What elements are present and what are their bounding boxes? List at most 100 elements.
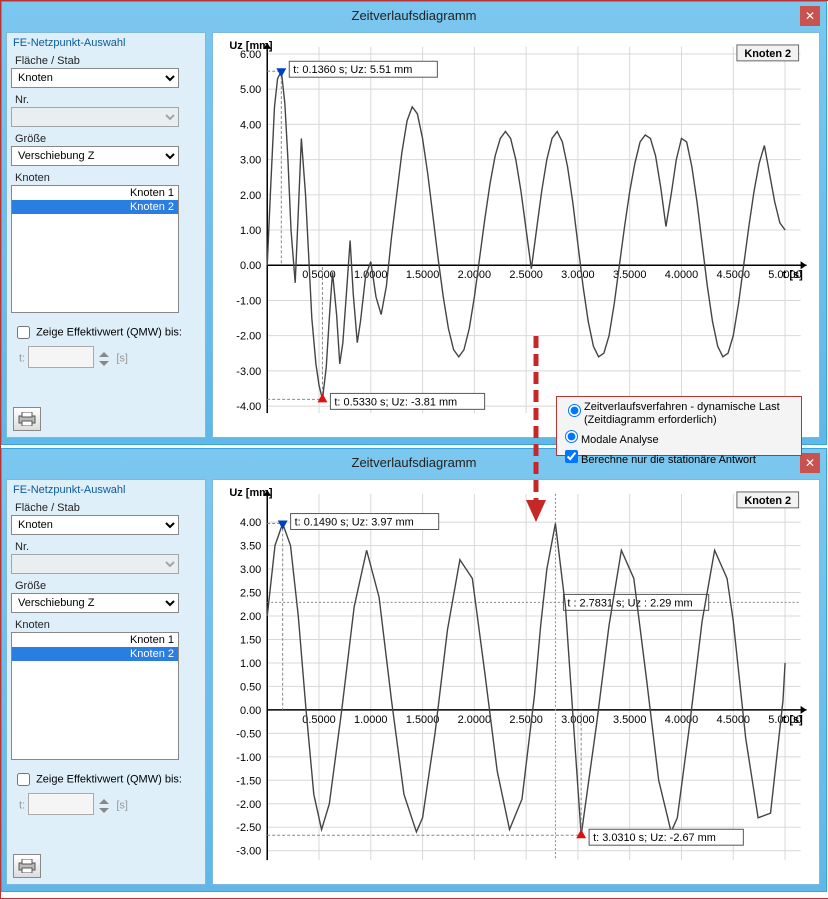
svg-text:2.00: 2.00: [240, 611, 261, 623]
label-steady-only: Berechne nur die stationäre Antwort: [581, 454, 756, 466]
close-icon[interactable]: ✕: [800, 453, 820, 473]
checkbox-show-rms[interactable]: [17, 773, 30, 786]
svg-text:0.50: 0.50: [240, 681, 261, 693]
select-surface[interactable]: Knoten: [11, 515, 179, 535]
svg-text:3.50: 3.50: [240, 541, 261, 553]
label-nodes: Knoten: [15, 619, 201, 631]
select-nr: [11, 107, 179, 127]
input-eff-time: [28, 346, 94, 368]
svg-text:-2.50: -2.50: [236, 822, 261, 834]
svg-text:4.00: 4.00: [240, 119, 261, 131]
select-nr: [11, 554, 179, 574]
radio-modal[interactable]: [565, 430, 578, 443]
select-surface[interactable]: Knoten: [11, 68, 179, 88]
svg-text:-1.50: -1.50: [236, 775, 261, 787]
svg-text:-2.00: -2.00: [236, 331, 261, 343]
svg-text:3.00: 3.00: [240, 155, 261, 167]
svg-text:3.0000: 3.0000: [561, 714, 594, 726]
list-item[interactable]: Knoten 1: [12, 633, 178, 647]
list-item[interactable]: Knoten 2: [12, 200, 178, 214]
svg-text:1.50: 1.50: [240, 634, 261, 646]
svg-text:4.5000: 4.5000: [717, 714, 750, 726]
svg-text:-1.00: -1.00: [236, 752, 261, 764]
svg-text:0.00: 0.00: [240, 705, 261, 717]
label-surface: Fläche / Stab: [15, 55, 201, 67]
svg-text:2.5000: 2.5000: [509, 714, 542, 726]
label-nr: Nr.: [15, 94, 201, 106]
close-icon[interactable]: ✕: [800, 6, 820, 26]
label-quantity: Größe: [15, 133, 201, 145]
label-surface: Fläche / Stab: [15, 502, 201, 514]
window-time-history-2: Zeitverlaufsdiagramm ✕ FE-Netzpunkt-Ausw…: [1, 448, 827, 892]
svg-text:5.00: 5.00: [240, 84, 261, 96]
sidebar-panel: FE-Netzpunkt-Auswahl Fläche / Stab Knote…: [6, 479, 206, 885]
print-button[interactable]: [13, 407, 41, 431]
svg-text:t [s]: t [s]: [783, 714, 803, 726]
input-eff-time: [28, 793, 94, 815]
svg-text:t : 2.7831 s; Uz : 2.29 mm: t : 2.7831 s; Uz : 2.29 mm: [567, 597, 692, 609]
chart: 0.50001.00001.50002.00002.50003.00003.50…: [213, 33, 819, 437]
label-modal: Modale Analyse: [581, 434, 659, 446]
svg-text:1.0000: 1.0000: [354, 714, 387, 726]
print-button[interactable]: [13, 854, 41, 878]
svg-text:-1.00: -1.00: [236, 295, 261, 307]
svg-text:1.00: 1.00: [240, 658, 261, 670]
svg-text:t [s]: t [s]: [783, 269, 803, 281]
label-nodes: Knoten: [15, 172, 201, 184]
window-time-history-1: Zeitverlaufsdiagramm ✕ FE-Netzpunkt-Ausw…: [1, 1, 827, 445]
plot-area-1[interactable]: 0.50001.00001.50002.00002.50003.00003.50…: [212, 32, 820, 438]
svg-text:1.5000: 1.5000: [406, 714, 439, 726]
label-nr: Nr.: [15, 541, 201, 553]
select-quantity[interactable]: Verschiebung Z: [11, 146, 179, 166]
spinner-icon[interactable]: [97, 797, 113, 815]
svg-text:-3.00: -3.00: [236, 366, 261, 378]
group-title: FE-Netzpunkt-Auswahl: [13, 484, 201, 496]
svg-text:-0.50: -0.50: [236, 728, 261, 740]
svg-text:-4.00: -4.00: [236, 401, 261, 413]
radio-time-history[interactable]: [568, 404, 581, 417]
listbox-nodes[interactable]: Knoten 1 Knoten 2: [11, 185, 179, 313]
svg-text:Uz [mm]: Uz [mm]: [229, 487, 272, 499]
label-eff-t: t:: [19, 353, 25, 365]
label-time-history: Zeitverlaufsverfahren - dynamische Last …: [584, 401, 795, 427]
spinner-icon[interactable]: [97, 350, 113, 368]
svg-text:2.0000: 2.0000: [458, 269, 491, 281]
svg-text:t: 0.1490 s; Uz: 3.97 mm: t: 0.1490 s; Uz: 3.97 mm: [295, 516, 414, 528]
svg-text:t: 0.1360 s; Uz: 5.51 mm: t: 0.1360 s; Uz: 5.51 mm: [293, 64, 412, 76]
select-quantity[interactable]: Verschiebung Z: [11, 593, 179, 613]
checkbox-show-rms[interactable]: [17, 326, 30, 339]
svg-text:4.00: 4.00: [240, 517, 261, 529]
options-panel: Zeitverlaufsverfahren - dynamische Last …: [556, 396, 802, 456]
label-eff-unit: [s]: [116, 800, 128, 812]
label-eff-t: t:: [19, 800, 25, 812]
sidebar-panel: FE-Netzpunkt-Auswahl Fläche / Stab Knote…: [6, 32, 206, 438]
svg-text:4.0000: 4.0000: [665, 714, 698, 726]
svg-text:Uz [mm]: Uz [mm]: [229, 40, 272, 52]
svg-text:1.00: 1.00: [240, 225, 261, 237]
svg-text:2.00: 2.00: [240, 190, 261, 202]
checkbox-steady-only[interactable]: [565, 450, 578, 463]
list-item[interactable]: Knoten 1: [12, 186, 178, 200]
svg-text:-2.00: -2.00: [236, 799, 261, 811]
svg-text:Knoten 2: Knoten 2: [744, 48, 791, 60]
svg-text:0.5000: 0.5000: [302, 269, 335, 281]
chart: 0.50001.00001.50002.00002.50003.00003.50…: [213, 480, 819, 884]
svg-text:4.0000: 4.0000: [665, 269, 698, 281]
list-item[interactable]: Knoten 2: [12, 647, 178, 661]
group-title: FE-Netzpunkt-Auswahl: [13, 37, 201, 49]
printer-icon: [18, 859, 36, 873]
svg-text:1.0000: 1.0000: [354, 269, 387, 281]
plot-area-2[interactable]: 0.50001.00001.50002.00002.50003.00003.50…: [212, 479, 820, 885]
svg-text:0.00: 0.00: [240, 260, 261, 272]
svg-text:2.0000: 2.0000: [458, 714, 491, 726]
svg-text:2.50: 2.50: [240, 588, 261, 600]
listbox-nodes[interactable]: Knoten 1 Knoten 2: [11, 632, 179, 760]
label-quantity: Größe: [15, 580, 201, 592]
svg-text:t: 0.5330 s; Uz: -3.81 mm: t: 0.5330 s; Uz: -3.81 mm: [334, 396, 457, 408]
window-title: Zeitverlaufsdiagramm: [2, 2, 826, 30]
printer-icon: [18, 412, 36, 426]
svg-text:1.5000: 1.5000: [406, 269, 439, 281]
svg-text:3.00: 3.00: [240, 564, 261, 576]
svg-text:2.5000: 2.5000: [509, 269, 542, 281]
svg-text:4.5000: 4.5000: [717, 269, 750, 281]
